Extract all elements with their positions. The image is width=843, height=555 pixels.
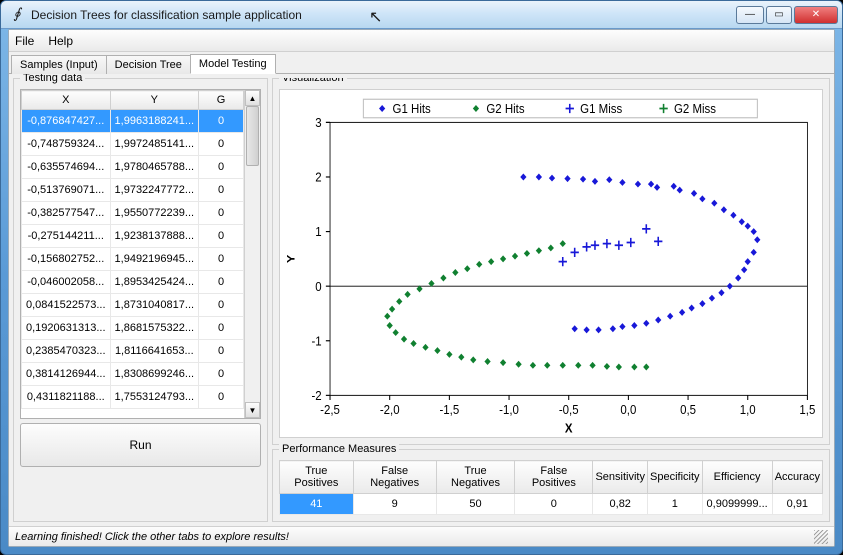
table-row[interactable]: -0,382577547...1,9550772239...0 [22,202,244,225]
svg-text:G2 Hits: G2 Hits [486,102,524,117]
perf-col: True Positives [280,461,354,494]
scroll-up-button[interactable]: ▲ [245,90,260,106]
menubar: File Help [9,30,834,52]
performance-table: True PositivesFalse NegativesTrue Negati… [279,460,823,515]
perf-cell: 0 [515,494,593,515]
table-row[interactable]: 0,4311821188...1,7553124793...0 [22,386,244,409]
svg-text:-1,0: -1,0 [499,402,519,417]
tabstrip: Samples (Input) Decision Tree Model Test… [9,52,834,74]
col-y[interactable]: Y [110,91,199,110]
statusbar: Learning finished! Click the other tabs … [9,526,834,546]
table-row[interactable]: 0,1920631313...1,8681575322...0 [22,317,244,340]
perf-col: Accuracy [772,461,822,494]
titlebar: ∮ Decision Trees for classification samp… [1,1,842,29]
svg-text:-2,5: -2,5 [320,402,340,417]
perf-cell: 0,9099999... [702,494,772,515]
scroll-thumb[interactable] [246,106,259,166]
svg-text:0: 0 [315,279,322,294]
table-row[interactable]: -0,513769071...1,9732247772...0 [22,179,244,202]
resize-grip-icon[interactable] [814,530,828,544]
svg-text:-1,5: -1,5 [439,402,459,417]
chart: -2,5 -2,0 -1,5 -1,0 -0,5 0,0 0,5 1,0 1,5 -2 -1 0 1 2 3… [279,89,823,438]
perf-cell: 0,91 [772,494,822,515]
close-button[interactable]: ✕ [794,6,838,24]
table-row[interactable]: 0,2385470323...1,8116641653...0 [22,340,244,363]
perf-cell: 1 [648,494,703,515]
testing-data-table[interactable]: X Y G -0,876847427...1,9963188241...0-0,… [21,90,244,409]
perf-cell: 9 [353,494,436,515]
col-g[interactable]: G [199,91,244,110]
svg-text:0,0: 0,0 [620,402,636,417]
svg-text:3: 3 [315,115,322,130]
svg-text:1,0: 1,0 [740,402,756,417]
svg-text:Y: Y [284,255,297,263]
table-row[interactable]: -0,156802752...1,9492196945...0 [22,248,244,271]
svg-text:G2 Miss: G2 Miss [674,102,716,117]
testing-data-title: Testing data [20,74,85,84]
run-button[interactable]: Run [20,423,261,467]
perf-col: False Positives [515,461,593,494]
perf-cell: 41 [280,494,354,515]
table-row[interactable]: 0,3814126944...1,8308699246...0 [22,363,244,386]
svg-text:-1: -1 [311,334,321,349]
tab-samples-input[interactable]: Samples (Input) [11,55,107,74]
table-row[interactable]: -0,046002058...1,8953425424...0 [22,271,244,294]
maximize-button[interactable]: ▭ [766,6,792,24]
svg-text:G1 Miss: G1 Miss [580,102,622,117]
table-row[interactable]: -0,748759324...1,9972485141...0 [22,133,244,156]
window-title: Decision Trees for classification sample… [31,8,736,22]
perf-col: Efficiency [702,461,772,494]
perf-col: Sensitivity [593,461,648,494]
svg-text:2: 2 [315,170,322,185]
table-row[interactable]: 0,0841522573...1,8731040817...0 [22,294,244,317]
perf-cell: 0,82 [593,494,648,515]
svg-text:-2: -2 [311,388,321,403]
perf-col: Specificity [648,461,703,494]
menu-file[interactable]: File [15,34,34,48]
menu-help[interactable]: Help [48,34,73,48]
svg-text:X: X [565,421,573,436]
app-icon: ∮ [9,7,25,23]
svg-text:-0,5: -0,5 [559,402,579,417]
status-text: Learning finished! Click the other tabs … [15,531,289,543]
tab-model-testing[interactable]: Model Testing [190,54,276,74]
svg-text:1: 1 [315,225,322,240]
perf-col: False Negatives [353,461,436,494]
perf-col: True Negatives [436,461,515,494]
table-scrollbar[interactable]: ▲ ▼ [244,90,260,418]
svg-text:1,5: 1,5 [799,402,815,417]
svg-text:-2,0: -2,0 [380,402,400,417]
scroll-down-button[interactable]: ▼ [245,402,260,418]
table-row[interactable]: -0,275144211...1,9238137888...0 [22,225,244,248]
tab-decision-tree[interactable]: Decision Tree [106,55,191,74]
table-row[interactable]: -0,635574694...1,9780465788...0 [22,156,244,179]
col-x[interactable]: X [22,91,111,110]
visualization-title: Visualization [279,78,347,84]
minimize-button[interactable]: — [736,6,764,24]
table-row[interactable]: -0,876847427...1,9963188241...0 [22,110,244,133]
svg-text:0,5: 0,5 [680,402,696,417]
perf-cell: 50 [436,494,515,515]
performance-title: Performance Measures [279,443,399,455]
svg-text:G1 Hits: G1 Hits [393,102,431,117]
